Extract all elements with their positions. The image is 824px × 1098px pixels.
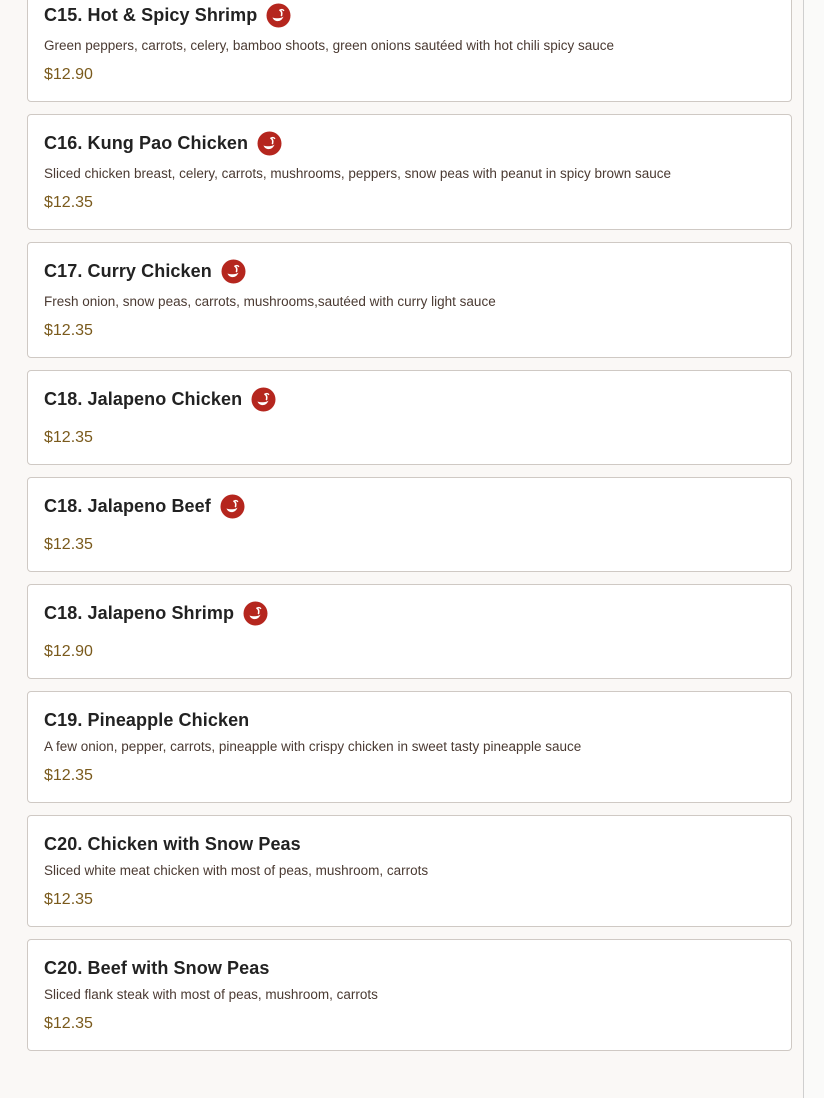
menu-item-title: C17. Curry Chicken	[44, 260, 212, 281]
menu-item-description: Green peppers, carrots, celery, bamboo s…	[44, 38, 615, 53]
menu-item-card[interactable]: C16. Kung Pao Chicken Sliced chicken bre…	[27, 114, 792, 230]
menu-item-card[interactable]: C18. Jalapeno Beef $12.35	[27, 477, 792, 572]
menu-item-title-row: C18. Jalapeno Chicken	[44, 385, 775, 413]
chili-pepper-icon	[243, 601, 268, 626]
menu-item-price: $12.90	[44, 66, 93, 83]
menu-item-card[interactable]: C20. Chicken with Snow Peas Sliced white…	[27, 815, 792, 927]
menu-item-card[interactable]: C15. Hot & Spicy Shrimp Green peppers, c…	[27, 0, 792, 102]
chili-pepper-icon	[251, 387, 276, 412]
menu-item-title-row: C20. Chicken with Snow Peas	[44, 830, 775, 858]
menu-item-title: C18. Jalapeno Shrimp	[44, 602, 235, 623]
menu-item-title-row: C17. Curry Chicken	[44, 257, 775, 285]
chili-pepper-icon	[266, 3, 291, 28]
menu-item-title: C18. Jalapeno Beef	[44, 495, 211, 516]
menu-item-price: $12.35	[44, 767, 93, 784]
menu-item-price: $12.35	[44, 429, 93, 446]
menu-item-description: A few onion, pepper, carrots, pineapple …	[44, 739, 582, 754]
menu-item-title-row: C16. Kung Pao Chicken	[44, 129, 775, 157]
menu-item-title: C15. Hot & Spicy Shrimp	[44, 4, 258, 25]
menu-item-price: $12.35	[44, 194, 93, 211]
menu-item-title-row: C19. Pineapple Chicken	[44, 706, 775, 734]
menu-item-list: C15. Hot & Spicy Shrimp Green peppers, c…	[27, 0, 792, 1063]
menu-item-title: C18. Jalapeno Chicken	[44, 388, 243, 409]
menu-item-price: $12.35	[44, 536, 93, 553]
chili-pepper-icon	[257, 131, 282, 156]
menu-item-title: C20. Beef with Snow Peas	[44, 957, 270, 978]
menu-item-description: Sliced flank steak with most of peas, mu…	[44, 987, 378, 1002]
menu-item-description: Fresh onion, snow peas, carrots, mushroo…	[44, 294, 496, 309]
chili-pepper-icon	[221, 259, 246, 284]
menu-item-price: $12.35	[44, 1015, 93, 1032]
menu-item-title: C16. Kung Pao Chicken	[44, 132, 249, 153]
menu-item-title-row: C20. Beef with Snow Peas	[44, 954, 775, 982]
chili-pepper-icon	[220, 494, 245, 519]
menu-item-title: C20. Chicken with Snow Peas	[44, 833, 301, 854]
menu-item-title-row: C18. Jalapeno Shrimp	[44, 599, 775, 627]
menu-item-card[interactable]: C20. Beef with Snow Peas Sliced flank st…	[27, 939, 792, 1051]
menu-item-title: C19. Pineapple Chicken	[44, 709, 250, 730]
menu-item-title-row: C18. Jalapeno Beef	[44, 492, 775, 520]
menu-item-price: $12.35	[44, 322, 93, 339]
menu-item-card[interactable]: C18. Jalapeno Shrimp $12.90	[27, 584, 792, 679]
menu-item-card[interactable]: C18. Jalapeno Chicken $12.35	[27, 370, 792, 465]
menu-item-price: $12.35	[44, 891, 93, 908]
menu-item-description: Sliced white meat chicken with most of p…	[44, 863, 429, 878]
menu-item-price: $12.90	[44, 643, 93, 660]
menu-item-description: Sliced chicken breast, celery, carrots, …	[44, 166, 672, 181]
menu-item-card[interactable]: C19. Pineapple Chicken A few onion, pepp…	[27, 691, 792, 803]
menu-panel: C15. Hot & Spicy Shrimp Green peppers, c…	[0, 0, 804, 1098]
menu-item-card[interactable]: C17. Curry Chicken Fresh onion, snow pea…	[27, 242, 792, 358]
menu-item-title-row: C15. Hot & Spicy Shrimp	[44, 1, 775, 29]
